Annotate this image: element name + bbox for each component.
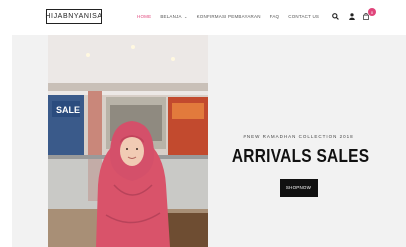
hero-photo: SALE <box>48 35 208 247</box>
main-nav: HOME BELANJA ⌄ KONFIRMASI PEMBAYARAN FAQ… <box>137 14 319 19</box>
nav-item-belanja-label: BELANJA <box>160 14 182 19</box>
nav-item-faq[interactable]: FAQ <box>270 14 280 19</box>
chevron-down-icon: ⌄ <box>182 14 188 19</box>
nav-item-belanja[interactable]: BELANJA ⌄ <box>160 14 187 19</box>
cart-count-badge: 0 <box>368 8 376 16</box>
logo[interactable]: HIJABNYANISA <box>45 9 103 24</box>
hero-subtitle: #NEW RAMADHAN COLLECTION 2018 <box>243 134 354 139</box>
site-header: HIJABNYANISA HOME BELANJA ⌄ KONFIRMASI P… <box>0 0 406 35</box>
hero-caption: #NEW RAMADHAN COLLECTION 2018 ARRIVALS S… <box>221 134 376 197</box>
logo-text: HIJABNYANISA <box>45 13 103 20</box>
hero-banner: SALE #NEW RAMADHAN COLLECTION 2018 ARRIV… <box>12 35 406 247</box>
nav-item-contact[interactable]: CONTACT US <box>288 14 319 19</box>
shop-now-button[interactable]: SHOPNOW <box>279 179 318 197</box>
search-icon[interactable] <box>332 13 339 20</box>
hero-title: ARRIVALS SALES <box>231 146 370 166</box>
user-icon[interactable] <box>349 13 355 20</box>
page: HIJABNYANISA HOME BELANJA ⌄ KONFIRMASI P… <box>0 0 406 247</box>
nav-item-konfirmasi[interactable]: KONFIRMASI PEMBAYARAN <box>197 14 261 19</box>
nav-item-home[interactable]: HOME <box>137 14 151 19</box>
header-icons: 0 <box>332 8 382 24</box>
sale-sign-text: SALE <box>56 105 80 115</box>
hero-photo-illustration: SALE <box>48 35 208 247</box>
